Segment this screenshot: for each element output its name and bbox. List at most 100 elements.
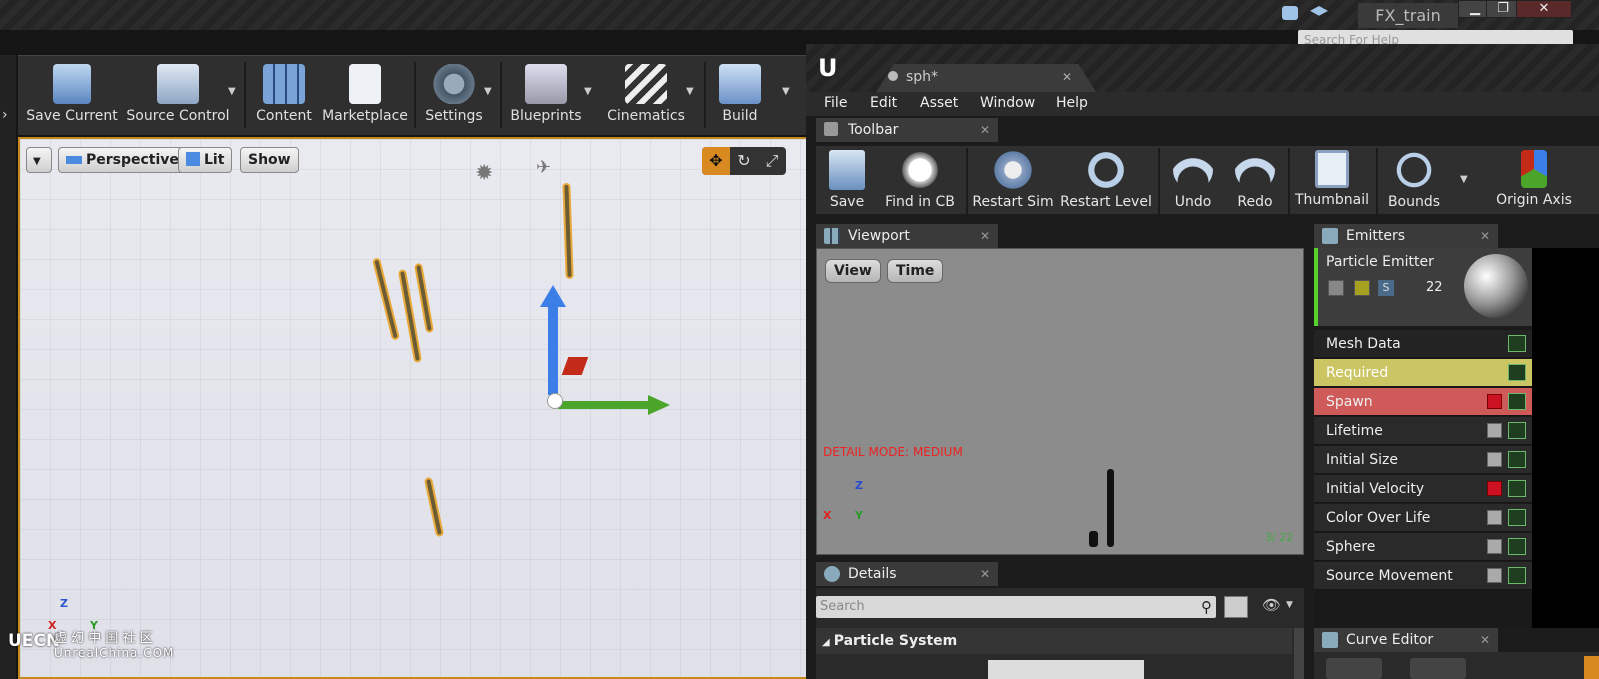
close-tab-icon[interactable]: ✕: [1062, 64, 1072, 90]
menu-window[interactable]: Window: [980, 95, 1035, 111]
restart-level-button[interactable]: Restart Level: [1060, 146, 1152, 214]
cascade-preview-viewport[interactable]: View Time DETAIL MODE: MEDIUM Z X Y 3/ 2…: [816, 248, 1304, 555]
bounds-button[interactable]: Bounds: [1382, 146, 1446, 214]
property-matrix-icon[interactable]: [1224, 596, 1248, 618]
curve-graph-icon[interactable]: [1508, 451, 1526, 468]
cinematics-dropdown-icon[interactable]: ▼: [686, 86, 694, 97]
scale-icon[interactable]: ⤢: [758, 147, 786, 175]
thumbnail-button[interactable]: Thumbnail: [1294, 146, 1370, 214]
source-control-dropdown-icon[interactable]: ▼: [228, 86, 236, 97]
save-button[interactable]: Save: [820, 146, 874, 214]
rotate-icon[interactable]: ↻: [730, 147, 758, 175]
close-button[interactable]: ✕: [1516, 0, 1572, 18]
time-button[interactable]: Time: [887, 259, 944, 283]
emitter-enable-checkbox[interactable]: [1328, 280, 1344, 296]
tab-curve-editor[interactable]: Curve Editor ✕: [1314, 628, 1498, 652]
blueprints-dropdown-icon[interactable]: ▼: [584, 86, 592, 97]
curve-graph-icon[interactable]: [1508, 422, 1526, 439]
undo-button[interactable]: Undo: [1166, 146, 1220, 214]
close-tab-icon[interactable]: ✕: [1480, 628, 1490, 652]
viewport-options-button[interactable]: ▼: [26, 147, 52, 173]
graduation-cap-icon[interactable]: [1310, 6, 1328, 16]
menu-edit[interactable]: Edit: [870, 95, 897, 111]
close-tab-icon[interactable]: ✕: [980, 562, 990, 586]
maximize-button[interactable]: ❐: [1486, 0, 1520, 18]
property-value-field[interactable]: [988, 660, 1144, 679]
particle-system-section-header[interactable]: ◢ Particle System: [816, 628, 1292, 654]
menu-help[interactable]: Help: [1056, 95, 1088, 111]
curve-graph-icon[interactable]: [1508, 480, 1526, 497]
module-initial-size[interactable]: Initial Size: [1314, 446, 1532, 474]
module-spawn[interactable]: Spawn: [1314, 388, 1532, 416]
module-enable-checkbox[interactable]: [1487, 452, 1502, 467]
show-button[interactable]: Show: [240, 147, 299, 173]
curve-graph-icon[interactable]: [1508, 509, 1526, 526]
module-required[interactable]: Required: [1314, 359, 1532, 387]
module-enable-checkbox[interactable]: [1487, 539, 1502, 554]
tab-viewport[interactable]: Viewport ✕: [816, 224, 998, 248]
visibility-dropdown-icon[interactable]: ▼: [1286, 600, 1293, 610]
build-dropdown-icon[interactable]: ▼: [782, 86, 790, 97]
curve-editor-scroll-handle[interactable]: [1584, 656, 1599, 679]
restart-sim-button[interactable]: Restart Sim: [972, 146, 1054, 214]
cinematics-button[interactable]: Cinematics: [602, 58, 690, 132]
blueprints-button[interactable]: Blueprints: [506, 58, 586, 132]
marketplace-button[interactable]: Marketplace: [322, 58, 408, 132]
menu-asset[interactable]: Asset: [920, 95, 958, 111]
sky-icon[interactable]: ✈: [536, 157, 551, 178]
curve-graph-icon[interactable]: [1508, 393, 1526, 410]
module-mesh-data[interactable]: Mesh Data: [1314, 330, 1532, 358]
save-current-button[interactable]: Save Current: [24, 58, 120, 132]
tab-emitters[interactable]: Emitters ✕: [1314, 224, 1498, 248]
module-sphere[interactable]: Sphere: [1314, 533, 1532, 561]
project-tab[interactable]: FX_train: [1358, 3, 1458, 28]
light-source-icon[interactable]: ✹: [475, 161, 493, 186]
z-axis-arrow[interactable]: [548, 295, 558, 395]
document-tab-sph[interactable]: sph* ✕: [876, 64, 1096, 92]
details-search-input[interactable]: Search ⚲: [816, 596, 1216, 618]
lit-button[interactable]: Lit: [178, 147, 233, 173]
curve-editor-pan-button[interactable]: [1410, 658, 1466, 679]
module-source-movement[interactable]: Source Movement: [1314, 562, 1532, 590]
tab-details[interactable]: Details ✕: [816, 562, 998, 586]
curve-graph-icon[interactable]: [1508, 364, 1526, 381]
level-viewport[interactable]: ▼ Perspective Lit Show ✥ ↻ ⤢ ✹ ✈ Z X Y: [18, 137, 826, 679]
module-enable-checkbox[interactable]: [1487, 394, 1502, 409]
module-color-over-life[interactable]: Color Over Life: [1314, 504, 1532, 532]
build-button[interactable]: Build: [710, 58, 770, 132]
render-mode-icon[interactable]: [1354, 280, 1370, 296]
close-tab-icon[interactable]: ✕: [980, 224, 990, 248]
module-enable-checkbox[interactable]: [1487, 423, 1502, 438]
module-initial-velocity[interactable]: Initial Velocity: [1314, 475, 1532, 503]
perspective-button[interactable]: Perspective: [58, 147, 187, 173]
curve-graph-icon[interactable]: [1508, 335, 1526, 352]
content-button[interactable]: Content: [252, 58, 316, 132]
curve-graph-icon[interactable]: [1508, 567, 1526, 584]
details-scrollbar[interactable]: [1294, 628, 1304, 679]
module-enable-checkbox[interactable]: [1487, 510, 1502, 525]
settings-button[interactable]: Settings: [420, 58, 488, 132]
curve-graph-icon[interactable]: [1508, 538, 1526, 555]
close-tab-icon[interactable]: ✕: [980, 118, 990, 142]
redo-button[interactable]: Redo: [1228, 146, 1282, 214]
translate-icon[interactable]: ✥: [702, 147, 730, 175]
source-control-button[interactable]: Source Control: [124, 58, 232, 132]
find-in-cb-button[interactable]: Find in CB: [878, 146, 962, 214]
gizmo-center[interactable]: [547, 393, 563, 409]
menu-file[interactable]: File: [824, 95, 847, 111]
tab-toolbar[interactable]: Toolbar ✕: [816, 118, 998, 142]
module-enable-checkbox[interactable]: [1487, 481, 1502, 496]
close-tab-icon[interactable]: ✕: [1480, 224, 1490, 248]
chevron-right-icon[interactable]: ›: [2, 107, 8, 123]
origin-axis-button[interactable]: Origin Axis: [1484, 146, 1584, 214]
module-lifetime[interactable]: Lifetime: [1314, 417, 1532, 445]
curve-editor-fit-button[interactable]: [1326, 658, 1382, 679]
solo-button[interactable]: S: [1378, 280, 1394, 296]
bounds-dropdown-icon[interactable]: ▼: [1460, 174, 1468, 185]
settings-dropdown-icon[interactable]: ▼: [484, 86, 492, 97]
chat-icon[interactable]: [1282, 6, 1298, 20]
y-axis-arrow[interactable]: [558, 401, 654, 409]
emitter-header[interactable]: Particle Emitter S 22: [1314, 248, 1532, 326]
module-enable-checkbox[interactable]: [1487, 568, 1502, 583]
view-button[interactable]: View: [825, 259, 881, 283]
